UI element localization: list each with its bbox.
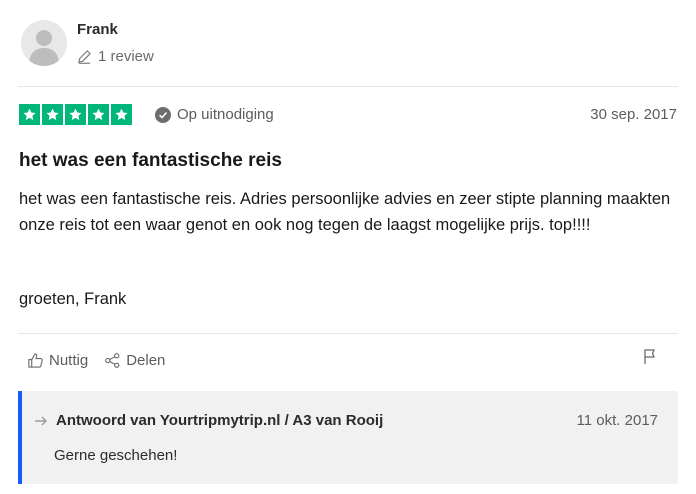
review-actions: Nuttig Delen bbox=[27, 352, 181, 369]
review-body: het was een fantastische reis. Adries pe… bbox=[19, 186, 679, 238]
star-icon bbox=[19, 104, 40, 125]
review-date: 30 sep. 2017 bbox=[590, 106, 677, 123]
thumbs-up-icon bbox=[28, 353, 43, 368]
star-icon bbox=[88, 104, 109, 125]
review-count-label: 1 review bbox=[98, 48, 154, 65]
review-title[interactable]: het was een fantastische reis bbox=[19, 150, 282, 172]
avatar[interactable] bbox=[21, 20, 67, 66]
share-label: Delen bbox=[126, 352, 166, 369]
verified-badge[interactable]: Op uitnodiging bbox=[155, 106, 274, 123]
divider bbox=[18, 86, 678, 87]
star-icon bbox=[111, 104, 132, 125]
reply-arrow-icon bbox=[35, 416, 47, 425]
review-body-text: het was een fantastische reis. Adries pe… bbox=[19, 190, 671, 234]
report-flag-button[interactable] bbox=[642, 348, 658, 370]
user-silhouette-icon bbox=[29, 30, 59, 66]
share-icon bbox=[105, 353, 120, 368]
star-icon bbox=[65, 104, 86, 125]
useful-button[interactable]: Nuttig bbox=[27, 352, 88, 369]
check-icon bbox=[155, 106, 171, 123]
review-card: Frank 1 review Op uitnodiging 30 sep. 20… bbox=[0, 0, 696, 494]
reply-heading-text: Antwoord van Yourtripmytrip.nl / A3 van … bbox=[56, 412, 384, 429]
share-button[interactable]: Delen bbox=[104, 352, 165, 369]
star-rating bbox=[19, 104, 134, 125]
divider bbox=[18, 333, 678, 334]
company-reply: Antwoord van Yourtripmytrip.nl / A3 van … bbox=[18, 391, 678, 484]
reply-date: 11 okt. 2017 bbox=[576, 412, 658, 429]
star-icon bbox=[42, 104, 63, 125]
reviewer-name[interactable]: Frank bbox=[77, 21, 118, 38]
useful-label: Nuttig bbox=[49, 352, 89, 369]
reply-heading: Antwoord van Yourtripmytrip.nl / A3 van … bbox=[34, 412, 383, 429]
review-count: 1 review bbox=[77, 48, 154, 65]
review-greeting: groeten, Frank bbox=[19, 290, 127, 308]
flag-icon bbox=[644, 349, 655, 364]
verified-label: Op uitnodiging bbox=[177, 106, 274, 123]
reply-text: Gerne geschehen! bbox=[54, 447, 178, 464]
pencil-icon bbox=[78, 50, 91, 64]
